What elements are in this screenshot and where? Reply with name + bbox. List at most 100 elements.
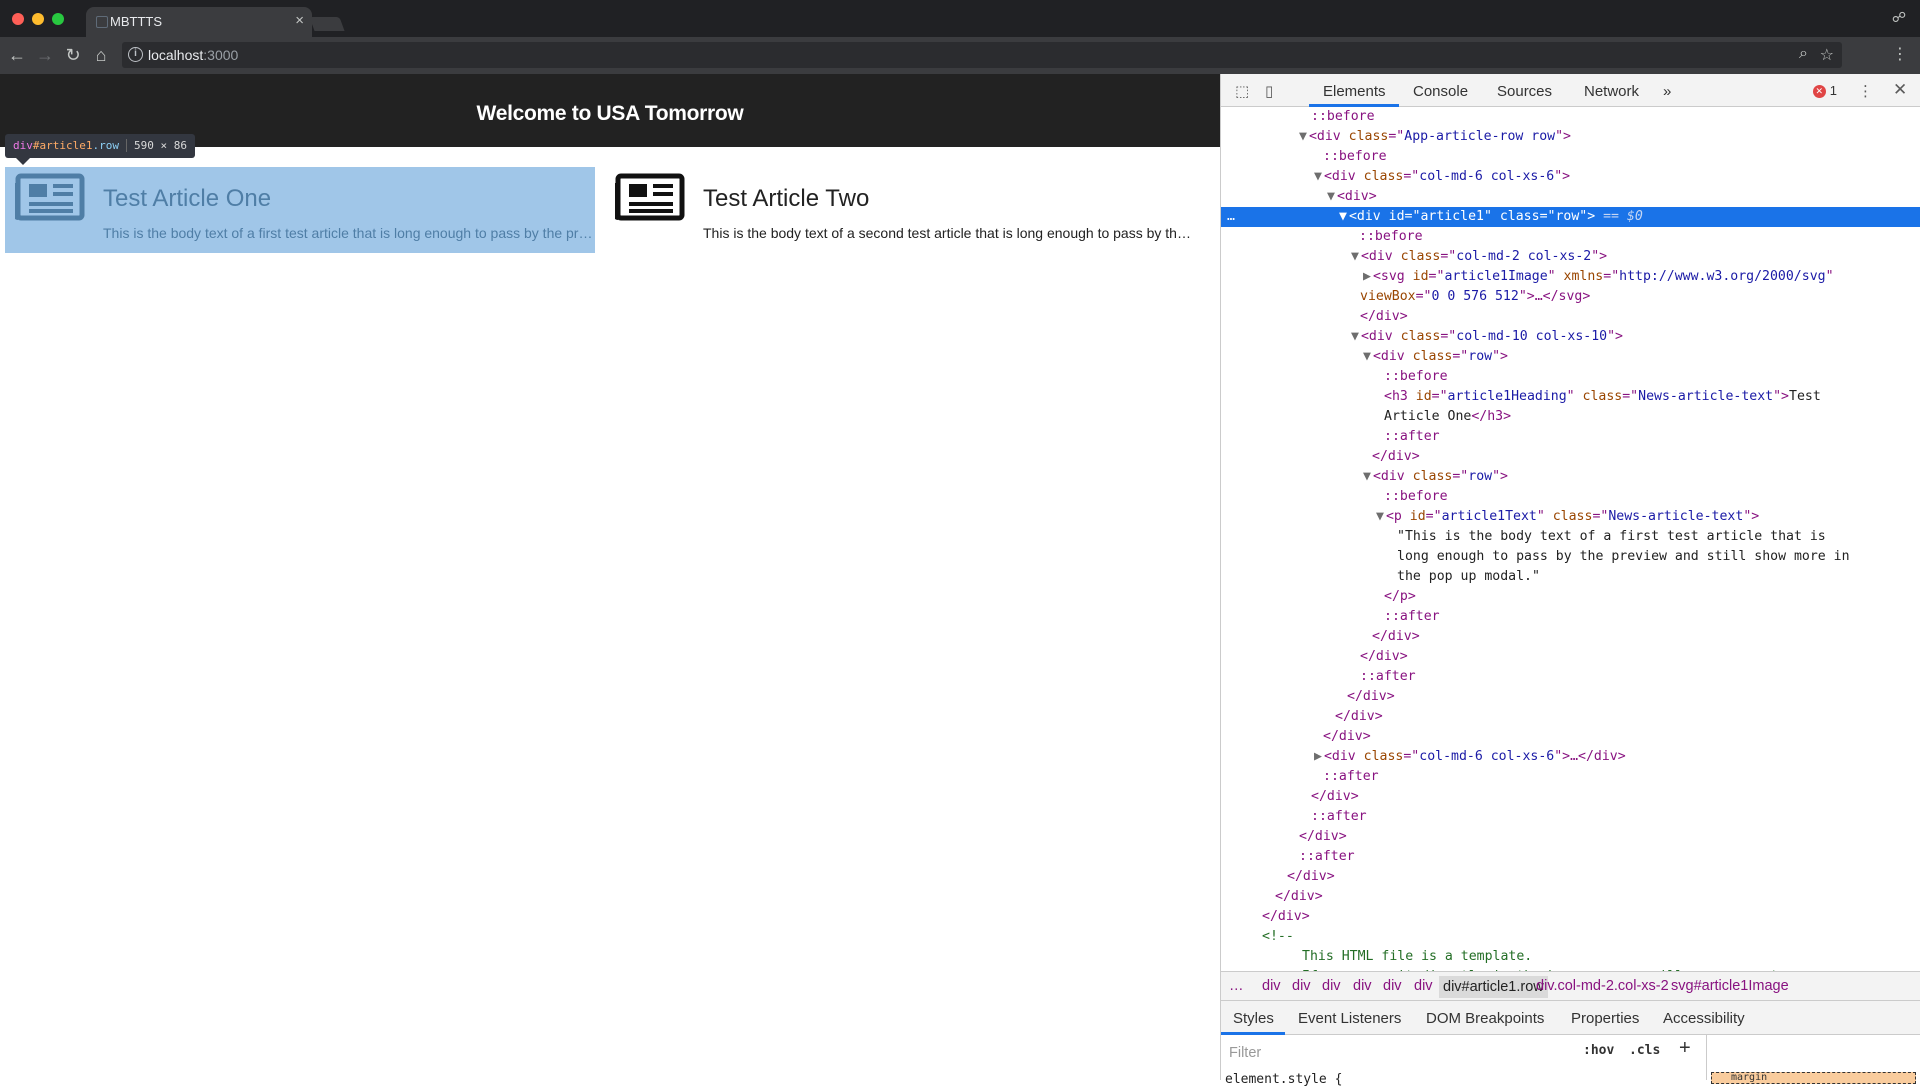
tab-network[interactable]: Network bbox=[1584, 83, 1639, 100]
dom-node-line[interactable]: This HTML file is a template. bbox=[1221, 947, 1920, 967]
error-counter[interactable]: ✕ 1 bbox=[1812, 83, 1837, 98]
close-devtools-icon[interactable]: ✕ bbox=[1893, 80, 1907, 100]
bookmark-star-icon[interactable]: ☆ bbox=[1820, 45, 1834, 65]
info-icon[interactable]: i bbox=[128, 47, 143, 62]
dom-node-line[interactable]: ▼ <div class="row"> bbox=[1221, 467, 1920, 487]
reload-icon[interactable]: ↻ bbox=[62, 44, 84, 66]
tab-sources[interactable]: Sources bbox=[1497, 83, 1552, 100]
close-tab-icon[interactable]: × bbox=[295, 12, 304, 29]
tab-styles[interactable]: Styles bbox=[1233, 1010, 1274, 1027]
new-tab-button[interactable] bbox=[309, 17, 345, 31]
dom-node-line[interactable]: </div> bbox=[1221, 787, 1920, 807]
dom-node-line[interactable]: </div> bbox=[1221, 727, 1920, 747]
dom-node-line[interactable]: ::after bbox=[1221, 807, 1920, 827]
breadcrumb-item[interactable]: div#article1.row bbox=[1439, 976, 1548, 998]
article-card[interactable]: Test Article Two This is the body text o… bbox=[605, 167, 1205, 253]
dom-node-line[interactable]: </div> bbox=[1221, 827, 1920, 847]
dom-node-line[interactable]: <h3 id="article1Heading" class="News-art… bbox=[1221, 387, 1920, 407]
home-icon[interactable]: ⌂ bbox=[90, 44, 112, 66]
inspect-element-icon[interactable]: ⬚ bbox=[1235, 82, 1249, 100]
breadcrumb-item[interactable]: div bbox=[1322, 978, 1341, 994]
tab-console[interactable]: Console bbox=[1413, 83, 1468, 100]
hover-state-button[interactable]: :hov bbox=[1583, 1043, 1614, 1058]
expand-caret-icon[interactable]: ▼ bbox=[1363, 349, 1371, 364]
back-icon[interactable]: ← bbox=[6, 44, 28, 66]
forward-icon[interactable]: → bbox=[34, 44, 56, 66]
dom-node-line[interactable]: </div> bbox=[1221, 627, 1920, 647]
more-tabs-icon[interactable]: » bbox=[1663, 83, 1671, 100]
dom-node-line[interactable]: </p> bbox=[1221, 587, 1920, 607]
zoom-icon[interactable]: ⌕ bbox=[1799, 45, 1808, 63]
new-style-rule-icon[interactable]: + bbox=[1679, 1037, 1691, 1060]
styles-filter-input[interactable] bbox=[1225, 1040, 1570, 1066]
breadcrumb-item[interactable]: div bbox=[1414, 978, 1433, 994]
expand-caret-icon[interactable]: ▼ bbox=[1339, 209, 1347, 224]
expand-caret-icon[interactable]: ▼ bbox=[1314, 169, 1322, 184]
breadcrumb-item[interactable]: div bbox=[1262, 978, 1281, 994]
maximize-window-button[interactable] bbox=[52, 13, 64, 25]
dom-node-line[interactable]: </div> bbox=[1221, 307, 1920, 327]
minimize-window-button[interactable] bbox=[32, 13, 44, 25]
dom-node-line[interactable]: </div> bbox=[1221, 887, 1920, 907]
dom-node-line[interactable]: ::after bbox=[1221, 667, 1920, 687]
dom-node-line[interactable]: ::before bbox=[1221, 227, 1920, 247]
expand-caret-icon[interactable]: ▼ bbox=[1351, 329, 1359, 344]
class-toggle-button[interactable]: .cls bbox=[1629, 1043, 1660, 1058]
browser-tab[interactable]: MBTTTS × bbox=[86, 7, 312, 37]
dom-node-line[interactable]: ::before bbox=[1221, 147, 1920, 167]
dom-node-line[interactable]: ▼ <p id="article1Text" class="News-articl… bbox=[1221, 507, 1920, 527]
tab-properties[interactable]: Properties bbox=[1571, 1010, 1639, 1027]
dom-node-line[interactable]: ::before bbox=[1221, 367, 1920, 387]
dom-node-line[interactable]: ▼ <div> bbox=[1221, 187, 1920, 207]
dom-node-line[interactable]: ▼ <div class="col-md-10 col-xs-10"> bbox=[1221, 327, 1920, 347]
dom-node-line[interactable]: ::after bbox=[1221, 607, 1920, 627]
tab-event-listeners[interactable]: Event Listeners bbox=[1298, 1010, 1401, 1027]
tab-accessibility[interactable]: Accessibility bbox=[1663, 1010, 1745, 1027]
dom-node-line[interactable]: ▶ <div class="col-md-6 col-xs-6">…</div> bbox=[1221, 747, 1920, 767]
article-card[interactable]: Test Article One This is the body text o… bbox=[5, 167, 595, 253]
expand-caret-icon[interactable]: ▼ bbox=[1376, 509, 1384, 524]
breadcrumb-item[interactable]: div bbox=[1383, 978, 1402, 994]
dom-node-line[interactable]: ▼ <div class="App-article-row row"> bbox=[1221, 127, 1920, 147]
dom-node-line[interactable]: viewBox="0 0 576 512">…</svg> bbox=[1221, 287, 1920, 307]
browser-menu-icon[interactable]: ⋮ bbox=[1892, 44, 1908, 64]
expand-caret-icon[interactable]: ▶ bbox=[1314, 749, 1322, 764]
close-window-button[interactable] bbox=[12, 13, 24, 25]
breadcrumb-item[interactable]: div bbox=[1353, 978, 1372, 994]
dom-node-line[interactable]: ▼ <div class="col-md-6 col-xs-6"> bbox=[1221, 167, 1920, 187]
dom-node-line[interactable]: </div> bbox=[1221, 907, 1920, 927]
dom-node-selected[interactable]: … ▼ <div id="article1" class="row"> == $0 bbox=[1221, 207, 1920, 227]
tab-dom-breakpoints[interactable]: DOM Breakpoints bbox=[1426, 1010, 1544, 1027]
devtools-menu-icon[interactable]: ⋮ bbox=[1858, 82, 1873, 100]
dom-node-line[interactable]: "This is the body text of a first test a… bbox=[1221, 527, 1920, 547]
node-actions-icon[interactable]: … bbox=[1227, 207, 1235, 227]
expand-caret-icon[interactable]: ▼ bbox=[1327, 189, 1335, 204]
dom-node-line[interactable]: ::after bbox=[1221, 427, 1920, 447]
dom-node-line[interactable]: ::before bbox=[1221, 487, 1920, 507]
dom-node-line[interactable]: </div> bbox=[1221, 447, 1920, 467]
dom-node-line[interactable]: ::after bbox=[1221, 767, 1920, 787]
dom-node-line[interactable]: <!-- bbox=[1221, 927, 1920, 947]
dom-node-line[interactable]: the pop up modal." bbox=[1221, 567, 1920, 587]
dom-node-line[interactable]: </div> bbox=[1221, 867, 1920, 887]
dom-node-line[interactable]: ::after bbox=[1221, 847, 1920, 867]
breadcrumb-item[interactable]: … bbox=[1229, 978, 1244, 994]
expand-caret-icon[interactable]: ▼ bbox=[1351, 249, 1359, 264]
dom-node-line[interactable]: ▼ <div class="col-md-2 col-xs-2"> bbox=[1221, 247, 1920, 267]
dom-node-line[interactable]: long enough to pass by the preview and s… bbox=[1221, 547, 1920, 567]
breadcrumb-item[interactable]: div bbox=[1292, 978, 1311, 994]
dom-node-line[interactable]: </div> bbox=[1221, 707, 1920, 727]
breadcrumb-item[interactable]: div.col-md-2.col-xs-2 bbox=[1536, 978, 1669, 994]
dom-node-line[interactable]: ▼ <div class="row"> bbox=[1221, 347, 1920, 367]
dom-node-line[interactable]: </div> bbox=[1221, 647, 1920, 667]
dom-node-line[interactable]: ::before bbox=[1221, 107, 1920, 127]
dom-node-line[interactable]: </div> bbox=[1221, 687, 1920, 707]
breadcrumb-item[interactable]: svg#article1Image bbox=[1671, 978, 1789, 994]
expand-caret-icon[interactable]: ▶ bbox=[1363, 269, 1371, 284]
incognito-profile-icon[interactable]: ☍ bbox=[1892, 9, 1906, 26]
expand-caret-icon[interactable]: ▼ bbox=[1299, 129, 1307, 144]
dom-node-line[interactable]: ▶ <svg id="article1Image" xmlns="http://w… bbox=[1221, 267, 1920, 287]
dom-node-line[interactable]: Article One</h3> bbox=[1221, 407, 1920, 427]
tab-elements[interactable]: Elements bbox=[1323, 83, 1386, 100]
device-toolbar-icon[interactable]: ▯ bbox=[1265, 82, 1273, 100]
